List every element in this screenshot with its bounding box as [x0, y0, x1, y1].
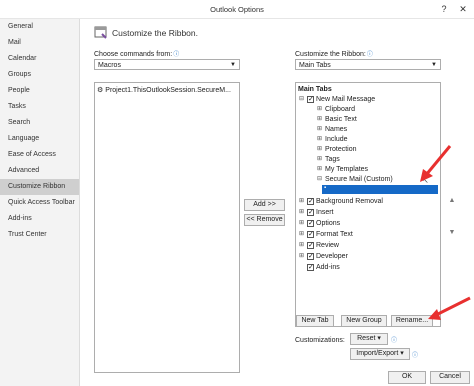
- macro-icon: ⚙: [97, 87, 104, 94]
- sidebar-item-ease-of-access[interactable]: Ease of Access: [0, 147, 79, 163]
- close-icon[interactable]: ✕: [455, 2, 471, 16]
- sidebar-item-language[interactable]: Language: [0, 131, 79, 147]
- list-item[interactable]: ⚙ Project1.ThisOutlookSession.SecureM...: [97, 85, 231, 96]
- move-down-icon[interactable]: ▼: [446, 229, 458, 243]
- info-icon: ⓘ: [412, 353, 419, 359]
- tree-item-background-removal[interactable]: ⊞Background Removal: [298, 196, 383, 207]
- sidebar-item-calendar[interactable]: Calendar: [0, 51, 79, 67]
- annotation-arrow-icon: [420, 145, 452, 182]
- expand-icon: ⊞: [316, 125, 323, 132]
- macro-icon: ▪: [324, 185, 327, 191]
- checkbox: [307, 207, 314, 218]
- chevron-down-icon: ▼: [431, 62, 437, 68]
- new-group-button[interactable]: New Group: [341, 315, 387, 327]
- expand-icon: ⊞: [316, 135, 323, 142]
- checkbox: [307, 218, 314, 229]
- customizations-label: Customizations:: [295, 337, 345, 344]
- sidebar-item-customize-ribbon[interactable]: Customize Ribbon: [0, 179, 79, 195]
- tree-item-format-text[interactable]: ⊞Format Text: [298, 229, 353, 240]
- remove-button[interactable]: << Remove: [244, 214, 285, 226]
- chevron-down-icon: ▼: [230, 62, 236, 68]
- customize-ribbon-select[interactable]: Main Tabs ▼: [295, 59, 441, 70]
- window-title: Outlook Options: [210, 5, 264, 14]
- sidebar-item-add-ins[interactable]: Add-ins: [0, 211, 79, 227]
- ok-button[interactable]: OK: [388, 371, 426, 384]
- collapse-icon: ⊟: [298, 95, 305, 102]
- sidebar-item-tasks[interactable]: Tasks: [0, 99, 79, 115]
- annotation-arrow-icon: [428, 296, 471, 320]
- choose-commands-label: Choose commands from:ⓘ: [94, 51, 180, 58]
- sidebar-item-people[interactable]: People: [0, 83, 79, 99]
- tree-item-developer[interactable]: ⊞Developer: [298, 251, 348, 262]
- checkbox: [307, 251, 314, 262]
- tree-item-review[interactable]: ⊞Review: [298, 240, 339, 251]
- add-button[interactable]: Add >>: [244, 199, 285, 211]
- new-tab-button[interactable]: New Tab: [296, 315, 334, 327]
- info-icon: ⓘ: [366, 52, 373, 58]
- tree-item-add-ins[interactable]: Add-ins: [307, 262, 340, 273]
- checkbox: [307, 94, 314, 105]
- choose-commands-select[interactable]: Macros ▼: [94, 59, 240, 70]
- tree-item-insert[interactable]: ⊞Insert: [298, 207, 334, 218]
- sidebar-item-trust-center[interactable]: Trust Center: [0, 227, 79, 243]
- expand-icon: ⊞: [316, 145, 323, 152]
- expand-icon: ⊞: [298, 219, 305, 226]
- checkbox: [307, 229, 314, 240]
- sidebar-item-groups[interactable]: Groups: [0, 67, 79, 83]
- title-bar: Outlook Options ? ✕: [0, 0, 474, 19]
- tree-item-secure-mail[interactable]: ⊟ Secure Mail (Custom): [316, 174, 393, 185]
- collapse-icon: ⊟: [316, 175, 323, 182]
- sidebar-item-quick-access-toolbar[interactable]: Quick Access Toolbar: [0, 195, 79, 211]
- tree-item-options[interactable]: ⊞Options: [298, 218, 340, 229]
- info-icon: ⓘ: [391, 338, 398, 344]
- info-icon: ⓘ: [173, 52, 180, 58]
- cancel-button[interactable]: Cancel: [430, 371, 470, 384]
- customize-ribbon-pane: Customize the Ribbon. Choose commands fr…: [80, 19, 474, 386]
- commands-list[interactable]: ⚙ Project1.ThisOutlookSession.SecureM...: [94, 82, 240, 373]
- expand-icon: ⊞: [316, 165, 323, 172]
- expand-icon: ⊞: [316, 105, 323, 112]
- checkbox: [307, 262, 314, 273]
- help-icon[interactable]: ?: [436, 2, 452, 16]
- sidebar-item-mail[interactable]: Mail: [0, 35, 79, 51]
- expand-icon: ⊞: [298, 241, 305, 248]
- checkbox: [307, 196, 314, 207]
- move-up-icon[interactable]: ▲: [446, 197, 458, 211]
- import-export-button[interactable]: Import/Export ▾: [350, 348, 410, 360]
- checkbox: [307, 240, 314, 251]
- expand-icon: ⊞: [298, 252, 305, 259]
- sidebar-item-search[interactable]: Search: [0, 115, 79, 131]
- ribbon-customize-icon: [94, 25, 108, 39]
- expand-icon: ⊞: [298, 208, 305, 215]
- reset-button[interactable]: Reset ▾: [350, 333, 388, 345]
- customize-ribbon-label: Customize the Ribbon:ⓘ: [295, 51, 373, 58]
- expand-icon: ⊞: [298, 197, 305, 204]
- sidebar-item-advanced[interactable]: Advanced: [0, 163, 79, 179]
- expand-icon: ⊞: [316, 115, 323, 122]
- sidebar-item-general[interactable]: General: [0, 19, 79, 35]
- expand-icon: ⊞: [298, 230, 305, 237]
- page-title: Customize the Ribbon.: [112, 28, 198, 38]
- expand-icon: ⊞: [316, 155, 323, 162]
- options-sidebar: General Mail Calendar Groups People Tasks Sear…: [0, 19, 80, 386]
